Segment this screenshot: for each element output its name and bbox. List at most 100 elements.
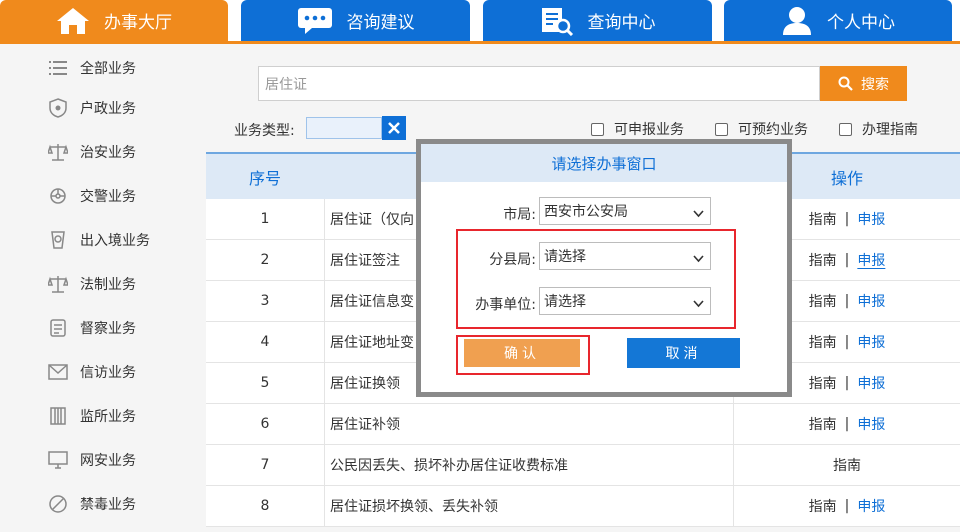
city-bureau-select[interactable]: 西安市公安局 [539, 197, 711, 225]
column-divider [324, 240, 325, 281]
row-operations: 指南 | 申报 [734, 404, 960, 444]
tab-label: 查询中心 [587, 13, 656, 33]
checkbox-box[interactable] [839, 122, 852, 136]
search-button[interactable]: 搜索 [820, 66, 907, 101]
close-icon [387, 121, 401, 135]
dialog-title: 请选择办事窗口 [421, 144, 787, 182]
badge-icon [48, 318, 68, 338]
checkbox-bookable[interactable]: 可预约业务 [715, 119, 808, 139]
sidebar-item-household[interactable]: 户政业务 [0, 86, 192, 130]
apply-link[interactable]: 申报 [857, 414, 885, 434]
row-operations: 指南 | 申报 [734, 486, 960, 526]
chevron-down-icon [693, 251, 704, 267]
guide-link[interactable]: 指南 [809, 496, 837, 516]
office-unit-select[interactable]: 请选择 [539, 287, 711, 315]
guide-link[interactable]: 指南 [809, 291, 837, 311]
op-separator: | [844, 252, 850, 268]
apply-link[interactable]: 申报 [857, 291, 885, 311]
office-unit-label: 办事单位: [475, 297, 536, 313]
select-value: 请选择 [544, 249, 586, 265]
op-separator: | [844, 498, 850, 514]
law-scales-icon [48, 274, 68, 294]
sidebar-item-detention[interactable]: 监所业务 [0, 394, 192, 438]
clear-type-button[interactable] [382, 116, 406, 140]
row-number: 2 [260, 252, 270, 268]
checkbox-declarable[interactable]: 可申报业务 [591, 119, 684, 139]
sidebar-item-label: 交警业务 [80, 189, 136, 205]
row-number: 4 [260, 334, 270, 350]
tab-service-hall[interactable]: 办事大厅 [0, 0, 228, 41]
sidebar-item-inspection[interactable]: 督察业务 [0, 306, 192, 350]
tab-personal[interactable]: 个人中心 [724, 0, 952, 41]
apply-link[interactable]: 申报 [857, 373, 885, 393]
guide-link[interactable]: 指南 [809, 250, 837, 270]
checkbox-box[interactable] [591, 122, 604, 136]
monitor-icon [48, 450, 68, 470]
sidebar-item-exit-entry[interactable]: 出入境业务 [0, 218, 192, 262]
column-divider [324, 486, 325, 527]
checkbox-guide[interactable]: 办理指南 [839, 119, 918, 139]
row-number: 5 [260, 375, 270, 391]
home-icon [56, 6, 90, 36]
district-bureau-label: 分县局: [489, 252, 536, 268]
sidebar: 全部业务 户政业务 治安业务 交警业务 出入境业务 法制业务 督察业务 信访业务… [0, 44, 192, 532]
checkbox-label: 办理指南 [862, 122, 918, 138]
row-operations: 指南 [734, 445, 960, 485]
apply-link[interactable]: 申报 [857, 496, 885, 516]
sidebar-item-all[interactable]: 全部业务 [0, 46, 192, 90]
list-icon [48, 58, 68, 78]
search-button-label: 搜索 [861, 76, 889, 93]
guide-link[interactable]: 指南 [809, 332, 837, 352]
mail-icon [48, 362, 68, 382]
op-separator: | [844, 334, 850, 350]
guide-link[interactable]: 指南 [809, 414, 837, 434]
sidebar-item-label: 治安业务 [80, 145, 136, 161]
column-divider [324, 363, 325, 404]
traffic-icon [48, 186, 68, 206]
select-value: 西安市公安局 [544, 204, 628, 220]
business-type-label: 业务类型: [234, 123, 295, 139]
district-bureau-select[interactable]: 请选择 [539, 242, 711, 270]
search-input[interactable] [258, 66, 820, 101]
table-row: 8 居住证损坏换领、丢失补领 指南 | 申报 [206, 486, 960, 527]
select-value: 请选择 [544, 294, 586, 310]
column-divider [324, 445, 325, 486]
sidebar-item-label: 法制业务 [80, 277, 136, 293]
sidebar-item-label: 监所业务 [80, 409, 136, 425]
row-number: 7 [260, 457, 270, 473]
op-separator: | [844, 416, 850, 432]
top-nav: 办事大厅 咨询建议 查询中心 个人中心 [0, 0, 960, 44]
sidebar-item-legal[interactable]: 法制业务 [0, 262, 192, 306]
no-drug-icon [48, 494, 68, 514]
tab-label: 个人中心 [827, 13, 895, 33]
apply-link[interactable]: 申报 [857, 209, 885, 229]
sidebar-item-cyber[interactable]: 网安业务 [0, 438, 192, 482]
tab-label: 办事大厅 [104, 13, 172, 33]
sidebar-item-public-security[interactable]: 治安业务 [0, 130, 192, 174]
row-business-name[interactable]: 居住证损坏换领、丢失补领 [330, 486, 730, 526]
sidebar-item-petition[interactable]: 信访业务 [0, 350, 192, 394]
row-number: 6 [260, 416, 270, 432]
shield-icon [48, 98, 68, 118]
guide-link[interactable]: 指南 [833, 455, 861, 475]
row-business-name[interactable]: 公民因丢失、损坏补办居住证收费标准 [330, 445, 730, 485]
checkbox-box[interactable] [715, 122, 728, 136]
sidebar-item-traffic[interactable]: 交警业务 [0, 174, 192, 218]
column-divider [324, 199, 325, 240]
tab-label: 咨询建议 [346, 13, 415, 33]
chevron-down-icon [693, 206, 704, 222]
apply-link[interactable]: 申报 [857, 332, 885, 352]
guide-link[interactable]: 指南 [809, 209, 837, 229]
op-separator: | [844, 375, 850, 391]
confirm-button[interactable]: 确认 [464, 339, 580, 367]
tab-consult[interactable]: 咨询建议 [241, 0, 470, 41]
row-business-name[interactable]: 居住证补领 [330, 404, 730, 444]
business-type-input[interactable] [306, 117, 382, 139]
tab-query[interactable]: 查询中心 [483, 0, 712, 41]
cancel-button[interactable]: 取消 [627, 338, 740, 368]
city-bureau-label: 市局: [503, 207, 536, 223]
apply-link[interactable]: 申报 [857, 250, 885, 270]
guide-link[interactable]: 指南 [809, 373, 837, 393]
sidebar-item-antidrug[interactable]: 禁毒业务 [0, 482, 192, 526]
checkbox-label: 可申报业务 [614, 122, 684, 138]
